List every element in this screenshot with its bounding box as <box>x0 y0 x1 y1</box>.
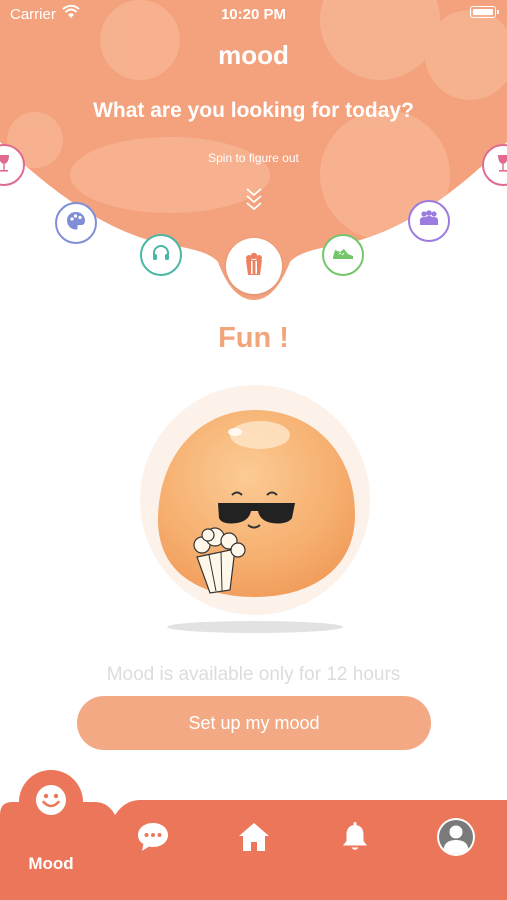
status-bar: Carrier 10:20 PM <box>0 0 507 30</box>
chat-bubble-icon <box>135 820 171 859</box>
home-icon <box>236 820 272 859</box>
mood-mascot-illustration <box>140 385 370 633</box>
headphones-icon <box>150 242 172 269</box>
tab-home[interactable] <box>232 817 276 861</box>
app-title: mood <box>218 40 289 70</box>
wine-glass-icon <box>492 152 507 179</box>
tab-chat[interactable] <box>131 817 175 861</box>
battery-icon <box>470 6 499 18</box>
wheel-item-fun-selected[interactable] <box>226 238 282 294</box>
question-heading: What are you looking for today? <box>93 99 414 122</box>
status-time: 10:20 PM <box>220 6 287 23</box>
tab-mood-label: Mood <box>28 854 74 873</box>
tab-profile[interactable] <box>434 817 478 861</box>
wine-glass-icon <box>0 152 15 179</box>
wheel-item-music[interactable] <box>140 234 182 276</box>
setup-mood-button[interactable]: Set up my mood <box>77 696 431 750</box>
palette-icon <box>65 210 87 237</box>
sneaker-icon <box>331 242 355 269</box>
people-icon <box>417 208 441 235</box>
availability-note: Mood is available only for 12 hours <box>106 664 401 685</box>
tab-mood[interactable] <box>19 770 83 834</box>
smiley-icon <box>34 783 68 822</box>
wheel-item-social[interactable] <box>408 200 450 242</box>
spin-hint: Spin to figure out <box>208 151 299 165</box>
wheel-item-art[interactable] <box>55 202 97 244</box>
popcorn-icon <box>242 251 266 282</box>
profile-icon <box>435 816 477 863</box>
mood-name: Fun ! <box>218 322 289 354</box>
wheel-item-sports[interactable] <box>322 234 364 276</box>
chevrons-down-icon <box>243 186 265 217</box>
bell-icon <box>338 820 372 859</box>
tab-notifications[interactable] <box>333 817 377 861</box>
